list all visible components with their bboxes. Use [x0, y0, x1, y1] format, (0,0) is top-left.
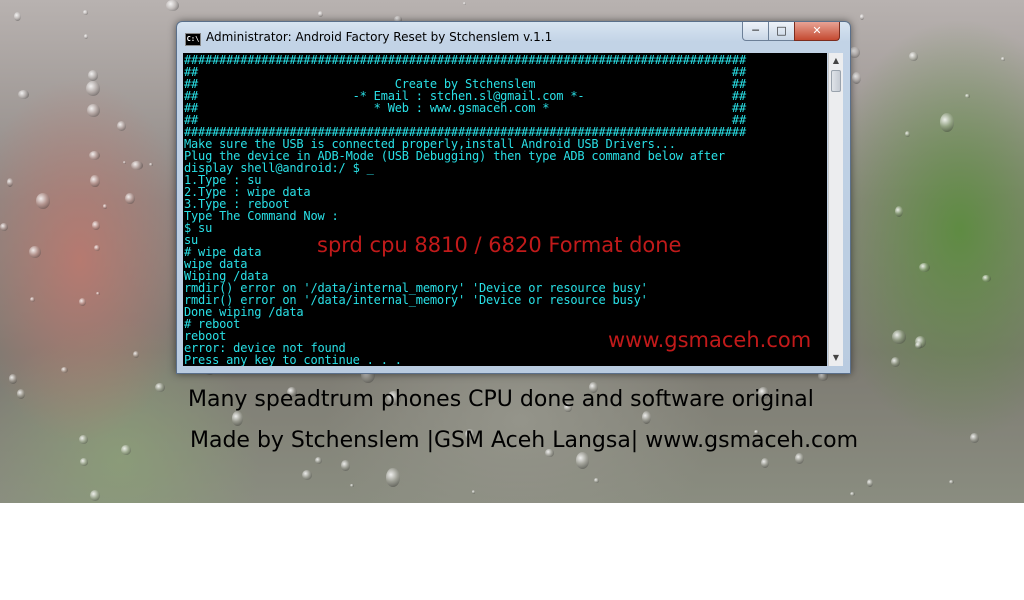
raindrop: [866, 479, 874, 488]
raindrop: [7, 178, 14, 187]
raindrop: [232, 411, 244, 426]
raindrop: [61, 367, 69, 373]
console-window[interactable]: C:\ Administrator: Android Factory Reset…: [176, 21, 851, 374]
raindrop: [641, 410, 652, 424]
close-button[interactable]: ✕: [794, 22, 840, 41]
raindrop: [133, 350, 140, 359]
raindrop: [965, 93, 970, 99]
raindrop: [919, 262, 930, 273]
raindrop: [948, 480, 954, 485]
raindrop: [92, 221, 100, 230]
caption-line-2: Made by Stchenslem |GSM Aceh Langsa| www…: [190, 428, 859, 453]
window-titlebar[interactable]: C:\ Administrator: Android Factory Reset…: [177, 22, 850, 52]
console-text: ########################################…: [184, 54, 746, 366]
raindrop: [116, 120, 126, 131]
raindrop: [29, 245, 41, 258]
raindrop: [761, 457, 769, 468]
raindrop: [93, 244, 100, 252]
raindrop: [166, 0, 179, 12]
window-title: Administrator: Android Factory Reset by …: [206, 30, 553, 44]
raindrop: [463, 1, 467, 6]
raindrop: [90, 490, 101, 501]
raindrop: [83, 33, 88, 40]
console-line: Press any key to continue . . .: [184, 353, 409, 366]
raindrop: [131, 161, 143, 171]
raindrop: [125, 193, 135, 205]
raindrop: [982, 274, 991, 282]
raindrop: [95, 291, 100, 296]
raindrop: [85, 80, 100, 97]
raindrop: [891, 329, 907, 344]
raindrop: [8, 374, 18, 384]
console-app-icon: C:\: [185, 33, 201, 46]
raindrop: [891, 357, 901, 367]
raindrop: [0, 223, 8, 231]
raindrop: [575, 452, 589, 469]
raindrop: [301, 469, 313, 481]
caption-line-1: Many speadtrum phones CPU done and softw…: [188, 387, 814, 412]
raindrop: [79, 435, 88, 445]
raindrop: [35, 192, 51, 209]
raindrop: [859, 14, 865, 20]
scroll-thumb[interactable]: [831, 70, 841, 92]
raindrop: [16, 389, 26, 399]
raindrop: [894, 205, 904, 218]
raindrop: [970, 432, 979, 443]
raindrop: [314, 456, 323, 464]
raindrop: [594, 477, 599, 484]
raindrop: [795, 452, 805, 464]
raindrop: [386, 468, 400, 487]
raindrop: [80, 458, 88, 466]
raindrop: [14, 11, 21, 21]
raindrop: [905, 130, 910, 137]
text-cursor: _: [408, 353, 416, 366]
raindrop: [89, 151, 100, 161]
raindrop: [82, 10, 88, 15]
raindrop: [148, 162, 153, 167]
raindrop: [341, 460, 350, 471]
scroll-down-arrow-icon[interactable]: ▼: [829, 350, 843, 366]
raindrop: [909, 51, 918, 62]
raindrop: [86, 104, 100, 118]
raindrop: [90, 174, 100, 188]
raindrop: [155, 382, 165, 393]
raindrop: [318, 10, 324, 17]
raindrop: [87, 70, 99, 81]
minimize-button[interactable]: ─: [742, 22, 769, 41]
vertical-scrollbar[interactable]: ▲ ▼: [828, 53, 843, 366]
format-done-overlay-text: sprd cpu 8810 / 6820 Format done: [317, 233, 682, 257]
raindrop: [1001, 56, 1005, 62]
raindrop: [79, 298, 87, 307]
raindrop: [851, 72, 862, 85]
raindrop: [121, 444, 131, 455]
maximize-button[interactable]: □: [768, 22, 795, 41]
raindrop: [915, 341, 922, 349]
raindrop: [29, 297, 36, 303]
raindrop: [350, 483, 354, 488]
website-overlay-text: www.gsmaceh.com: [608, 328, 812, 352]
raindrop: [850, 492, 856, 497]
raindrop: [102, 204, 108, 209]
console-output-area[interactable]: ########################################…: [183, 53, 827, 366]
raindrop: [18, 90, 30, 100]
raindrop: [471, 490, 476, 494]
raindrop: [939, 113, 955, 132]
scroll-up-arrow-icon[interactable]: ▲: [829, 53, 843, 69]
raindrop: [123, 161, 127, 165]
